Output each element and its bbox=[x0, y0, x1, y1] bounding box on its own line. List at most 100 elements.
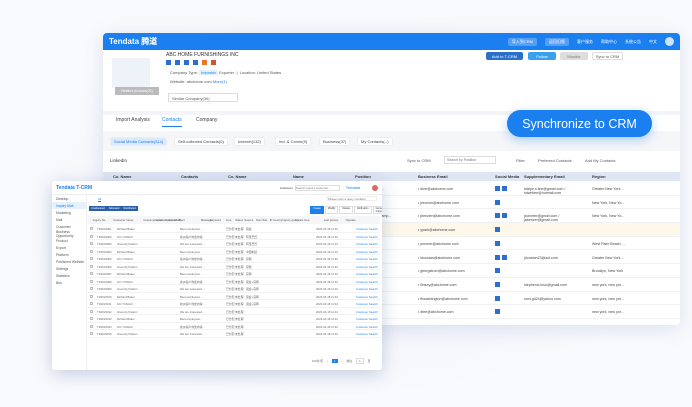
row-checkbox[interactable] bbox=[90, 234, 93, 238]
inquiry-cell[interactable]: Customer Search bbox=[356, 332, 378, 336]
linkedin-icon[interactable] bbox=[184, 60, 189, 65]
pinterest-icon[interactable] bbox=[193, 60, 198, 65]
sidebar-item[interactable]: Statistics bbox=[52, 272, 86, 279]
chip-internet[interactable]: Internet(132) bbox=[234, 137, 265, 146]
language-link[interactable]: 中文 bbox=[649, 39, 657, 45]
attribution-button[interactable]: Attribution bbox=[353, 206, 372, 214]
row-checkbox[interactable] bbox=[90, 324, 93, 328]
linkedin-icon[interactable] bbox=[495, 213, 500, 219]
row-checkbox[interactable] bbox=[90, 279, 93, 283]
row-checkbox[interactable] bbox=[90, 272, 93, 275]
tab-company[interactable]: Company bbox=[196, 117, 217, 123]
inquiry-cell[interactable]: Customer Search bbox=[356, 265, 378, 269]
linkedin-icon[interactable] bbox=[495, 199, 500, 205]
row-checkbox[interactable] bbox=[90, 309, 93, 313]
similar-company-select[interactable]: Similar Company(30) bbox=[168, 93, 238, 102]
sidebar-item[interactable]: Desktop bbox=[52, 195, 86, 202]
search-scope-select[interactable]: Customer bbox=[280, 186, 293, 190]
linkedin-icon[interactable] bbox=[495, 227, 500, 233]
facebook-icon[interactable] bbox=[175, 60, 180, 65]
row-checkbox[interactable] bbox=[90, 317, 93, 320]
sidebar-item[interactable]: Product bbox=[52, 237, 86, 244]
inquiry-row[interactable]: TD2023011 LIN YUNHUI 欧洲客户询盘内容... 已分配 未处理 展会+官… bbox=[88, 300, 380, 308]
twitter-icon[interactable] bbox=[166, 60, 171, 65]
inquiry-cell[interactable]: Customer Search bbox=[356, 302, 378, 306]
row-checkbox[interactable] bbox=[90, 264, 93, 268]
linkedin-icon[interactable] bbox=[495, 268, 500, 274]
inquiry-row[interactable]: TD2023002 LIN YUNHUI 欧洲客户询盘内容... 已分配 未处理 阿里巴巴… bbox=[88, 233, 380, 240]
prev-page-icon[interactable]: ‹ bbox=[327, 359, 328, 363]
inquiry-cell[interactable]: Customer Search bbox=[356, 227, 378, 231]
goto-page-input[interactable]: 1 bbox=[356, 358, 364, 364]
linkedin-icon[interactable] bbox=[502, 186, 507, 191]
import-crm-button[interactable]: 导入到CRM bbox=[507, 37, 537, 46]
row-checkbox[interactable] bbox=[90, 332, 93, 335]
sync-to-crm-button[interactable]: Sync to CRM bbox=[407, 158, 431, 163]
linkedin-icon[interactable] bbox=[502, 213, 507, 219]
position-search-input[interactable] bbox=[444, 156, 496, 164]
delete-button[interactable]: Delete bbox=[339, 206, 353, 214]
generate-inquiry-button[interactable]: Generate Inquiry bbox=[372, 206, 382, 214]
inquiry-row[interactable]: TD2023001 Richard Baker Best employees ...… bbox=[88, 225, 380, 233]
sidebar-item[interactable]: Settings bbox=[52, 265, 86, 272]
inquiry-cell[interactable]: Customer Search bbox=[356, 325, 378, 329]
current-page[interactable]: 1 bbox=[331, 359, 338, 363]
rss-icon[interactable] bbox=[202, 60, 207, 65]
instagram-icon[interactable] bbox=[211, 60, 216, 65]
chip-ind-comm[interactable]: Ind. & Comm(9) bbox=[275, 137, 312, 146]
create-button[interactable]: Create bbox=[310, 206, 324, 214]
inquiry-cell[interactable]: Customer Search bbox=[356, 317, 378, 321]
inquiry-row[interactable]: TD2023004 Richard Baker Best employees ...… bbox=[88, 248, 380, 255]
old-version-button[interactable]: 返回旧版 bbox=[545, 37, 569, 46]
sync-to-crm-top-button[interactable]: Sync to CRM bbox=[592, 52, 623, 60]
sidebar-item[interactable]: Platform bbox=[52, 251, 86, 258]
linkedin-icon[interactable] bbox=[495, 254, 500, 260]
query-input[interactable]: Please enter a query condition bbox=[327, 196, 377, 201]
inquiry-row[interactable]: TD2023012 Grenoby Pattern We are intereste… bbox=[88, 308, 380, 315]
user-avatar[interactable] bbox=[372, 184, 378, 191]
modify-button[interactable]: Modify bbox=[324, 206, 339, 214]
sidebar-item[interactable]: Marketing bbox=[52, 209, 86, 216]
inquiry-cell[interactable]: Customer Search bbox=[356, 287, 378, 291]
tab-contacts[interactable]: Contacts bbox=[162, 117, 182, 127]
row-checkbox[interactable] bbox=[90, 249, 93, 253]
inquiry-cell[interactable]: Customer Search bbox=[356, 310, 378, 314]
linkedin-icon[interactable] bbox=[502, 254, 507, 260]
inquiry-row[interactable]: TD2023014 LIN YUNHUI 欧洲客户询盘内容... 已分配 未处理 2023… bbox=[88, 323, 380, 330]
inquiry-row[interactable]: TD2023010 Richard Baker Best employees ...… bbox=[88, 293, 380, 300]
brand-link[interactable]: Tendata bbox=[346, 185, 360, 190]
help-link[interactable]: 帮助中心 bbox=[601, 39, 617, 45]
inquiry-row[interactable]: TD2023009 Grenoby Pattern We are intereste… bbox=[88, 285, 380, 293]
inquiry-row[interactable]: TD2023005 LIN YUNHUI 欧洲客户询盘内容... 已分配 未处理 官网 20… bbox=[88, 255, 380, 263]
follow-button[interactable]: Follow bbox=[528, 52, 556, 60]
inquiry-row[interactable]: TD2023007 Richard Baker Best employees ...… bbox=[88, 270, 380, 278]
chip-social-media[interactable]: Social Media Contacts(314) bbox=[110, 137, 168, 146]
next-page-icon[interactable]: › bbox=[342, 359, 343, 363]
sidebar-item[interactable]: Export bbox=[52, 244, 86, 251]
linkedin-icon[interactable] bbox=[495, 281, 500, 287]
row-checkbox[interactable] bbox=[90, 257, 93, 260]
sidebar-item[interactable]: Business Opportunity bbox=[52, 230, 86, 238]
chip-self-collected[interactable]: Self-collected Contacts(0) bbox=[174, 137, 228, 146]
inquiry-cell[interactable]: Customer Search bbox=[356, 250, 378, 254]
tab-all[interactable]: All bbox=[98, 197, 102, 202]
inquiry-row[interactable]: TD2023006 Grenoby Pattern We are intereste… bbox=[88, 263, 380, 270]
sidebar-item[interactable]: Published Website bbox=[52, 258, 86, 265]
linkedin-icon[interactable] bbox=[495, 309, 500, 315]
inquiry-cell[interactable]: Customer Search bbox=[356, 295, 378, 299]
linkedin-icon[interactable] bbox=[495, 186, 500, 191]
row-checkbox[interactable] bbox=[90, 242, 93, 245]
row-checkbox[interactable] bbox=[90, 302, 93, 305]
chip-my-contacts[interactable]: My Contacts(--) bbox=[357, 137, 393, 146]
notice-link[interactable]: 系统公告 bbox=[625, 39, 641, 45]
inquiry-row[interactable]: TD2023003 Grenoby Pattern We are intereste… bbox=[88, 240, 380, 248]
service-link[interactable]: 客户服务 bbox=[577, 39, 593, 45]
inquiry-cell[interactable]: Customer Search bbox=[356, 272, 378, 276]
inquiry-cell[interactable]: Customer Search bbox=[356, 257, 378, 261]
inquiry-row[interactable]: TD2023013 Richard Baker Best employees ...… bbox=[88, 315, 380, 323]
row-checkbox[interactable] bbox=[90, 227, 93, 230]
add-to-tcrm-button[interactable]: Add to T-CRM bbox=[486, 52, 523, 60]
monitor-button[interactable]: Monitor bbox=[560, 52, 588, 60]
sidebar-item[interactable]: Bus bbox=[52, 279, 86, 286]
inquiry-row[interactable]: TD2023008 LIN YUNHUI 欧洲客户询盘内容... 已分配 未处理 展会+官… bbox=[88, 278, 380, 285]
